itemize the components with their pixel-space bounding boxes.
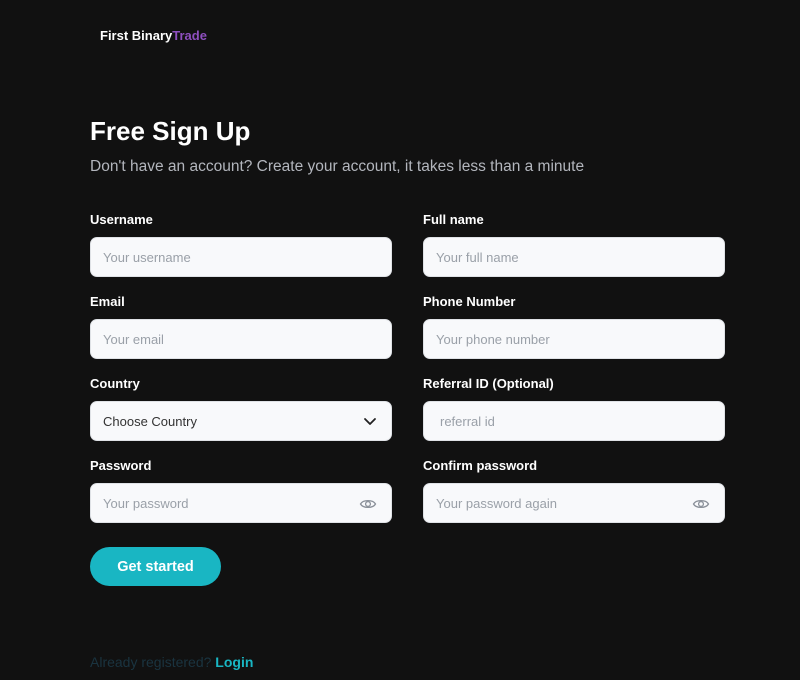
confirm-password-box [423,483,725,523]
referral-field: Referral ID (Optional) [423,375,725,441]
referral-box [423,401,725,441]
country-field: Country Choose Country [90,375,392,441]
email-box [90,319,392,359]
already-registered-text: Already registered? [90,654,212,670]
get-started-button[interactable]: Get started [90,547,221,586]
login-prompt: Already registered? Login [90,654,253,670]
brand-logo[interactable]: First BinaryTrade [100,28,207,43]
country-select-value: Choose Country [103,413,197,429]
username-field: Username [90,211,392,277]
username-box [90,237,392,277]
phone-field: Phone Number [423,293,725,359]
username-input[interactable] [91,238,391,276]
fullname-label: Full name [423,212,484,227]
username-label: Username [90,212,153,227]
phone-box [423,319,725,359]
fullname-box [423,237,725,277]
fullname-input[interactable] [424,238,724,276]
page-title: Free Sign Up [90,116,251,146]
password-label: Password [90,458,152,473]
confirm-password-field: Confirm password [423,457,725,523]
country-select[interactable]: Choose Country [90,401,392,441]
phone-input[interactable] [424,320,724,358]
referral-input[interactable] [424,402,724,440]
referral-label: Referral ID (Optional) [423,376,554,391]
email-label: Email [90,294,125,309]
country-label: Country [90,376,140,391]
brand-name-accent: Trade [172,28,207,43]
password-box [90,483,392,523]
page-subtitle: Don't have an account? Create your accou… [90,158,585,175]
fullname-field: Full name [423,211,725,277]
chevron-down-icon [364,418,376,425]
brand-name: First Binary [100,28,173,43]
password-field: Password [90,457,392,523]
email-input[interactable] [91,320,391,358]
phone-label: Phone Number [423,294,516,309]
confirm-password-label: Confirm password [423,458,538,473]
password-input[interactable] [91,484,391,522]
confirm-password-input[interactable] [424,484,724,522]
eye-icon[interactable] [692,495,710,513]
email-field: Email [90,293,392,359]
login-link[interactable]: Login [215,654,253,670]
eye-icon[interactable] [359,495,377,513]
